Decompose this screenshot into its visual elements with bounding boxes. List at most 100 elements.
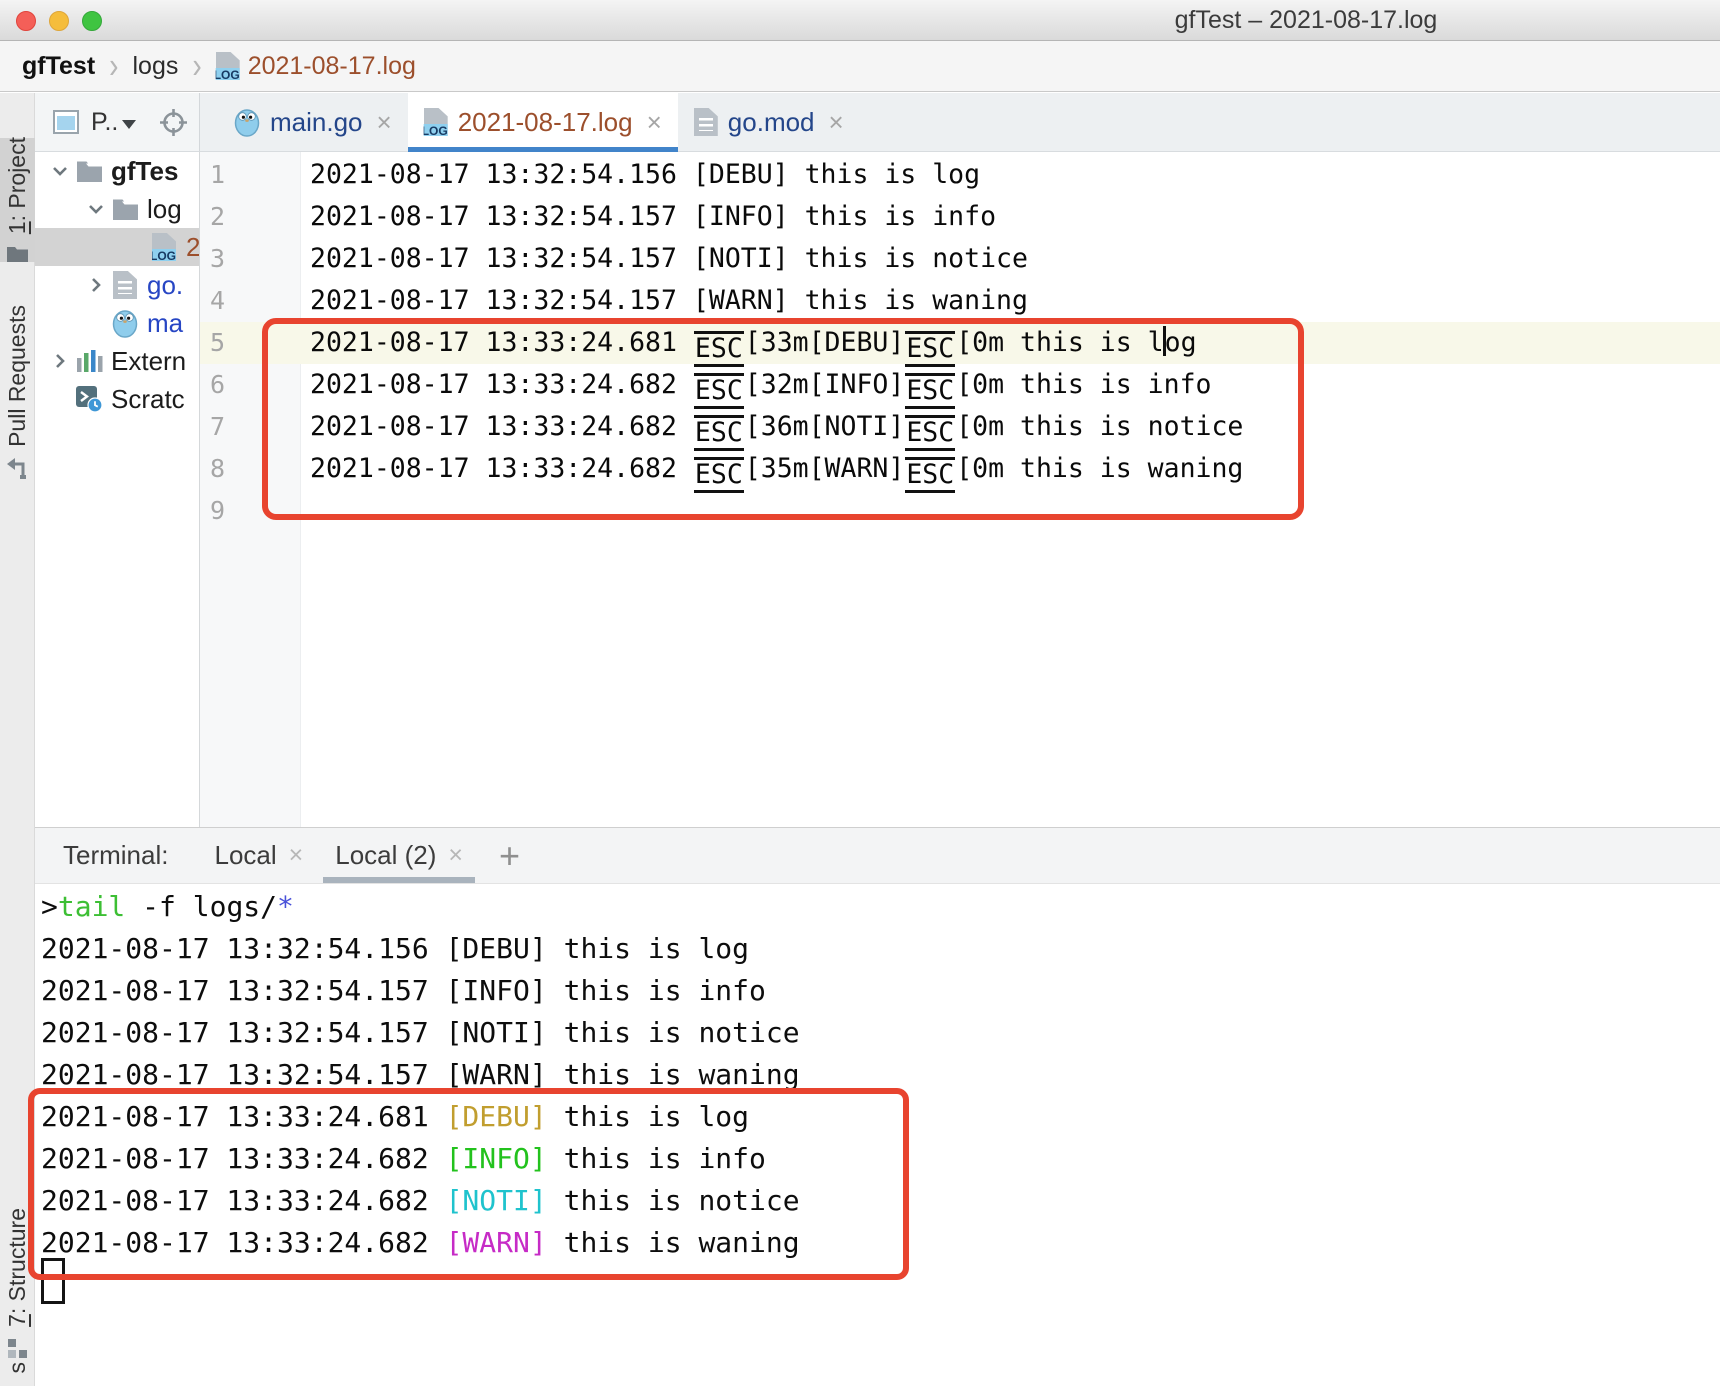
folder-icon bbox=[73, 160, 105, 183]
escape-char-glyph: ESC bbox=[694, 457, 744, 493]
terminal-tab-local[interactable]: Local× bbox=[198, 828, 319, 883]
line-number: 6 bbox=[200, 364, 300, 406]
close-tab-icon[interactable]: × bbox=[829, 107, 844, 138]
terminal-line: 2021-08-17 13:32:54.157 [INFO] this is i… bbox=[35, 970, 1720, 1012]
line-text: 2021-08-17 13:32:54.156 [DEBU] this is l… bbox=[300, 154, 980, 196]
locate-file-icon[interactable] bbox=[160, 109, 187, 136]
editor-line: 52021-08-17 13:33:24.681 ESC[33m[DEBU]ES… bbox=[200, 322, 1720, 364]
breadcrumb-separator-icon: › bbox=[192, 45, 201, 87]
escape-char-glyph: ESC bbox=[694, 331, 744, 367]
folder-icon bbox=[109, 198, 141, 221]
tool-stripe-project-button[interactable]: 1: Project bbox=[0, 138, 35, 262]
editor-area[interactable]: 12021-08-17 13:32:54.156 [DEBU] this is … bbox=[200, 152, 1720, 827]
tree-item[interactable]: go. bbox=[35, 266, 199, 304]
logfile-icon: LOG bbox=[424, 108, 448, 136]
terminal-tab-label: Local (2) bbox=[335, 840, 436, 871]
tree-item-label: go. bbox=[147, 270, 183, 301]
tree-item-label: 2021-08-17.log bbox=[186, 232, 200, 263]
terminal-line: 2021-08-17 13:32:54.156 [DEBU] this is l… bbox=[35, 928, 1720, 970]
terminal-line: 2021-08-17 13:33:24.681 [DEBU] this is l… bbox=[35, 1096, 1720, 1138]
tree-item-label: ma bbox=[147, 308, 183, 339]
editor-tab-go-mod[interactable]: go.mod × bbox=[678, 93, 860, 151]
chevron-down-icon[interactable] bbox=[47, 160, 73, 182]
terminal-line: >tail -f logs/* bbox=[35, 886, 1720, 928]
gopher-icon bbox=[234, 107, 260, 137]
tree-item[interactable]: LOG 2021-08-17.log bbox=[35, 228, 199, 266]
tree-item[interactable]: Extern bbox=[35, 342, 199, 380]
breadcrumb-item[interactable]: logs bbox=[132, 52, 178, 81]
tab-label: main.go bbox=[270, 107, 363, 138]
escape-char-glyph: ESC bbox=[905, 457, 955, 493]
escape-char-glyph: ESC bbox=[905, 415, 955, 451]
tree-item[interactable]: log bbox=[35, 190, 199, 228]
escape-char-glyph: ESC bbox=[694, 415, 744, 451]
editor-lines: 12021-08-17 13:32:54.156 [DEBU] this is … bbox=[200, 154, 1720, 532]
scratch-icon bbox=[73, 385, 105, 413]
close-tab-icon[interactable]: × bbox=[448, 841, 463, 870]
breadcrumb-item[interactable]: gfTest bbox=[22, 52, 95, 81]
line-number: 9 bbox=[200, 490, 300, 532]
editor-line: 72021-08-17 13:33:24.682 ESC[36m[NOTI]ES… bbox=[200, 406, 1720, 448]
editor-line: 62021-08-17 13:33:24.682 ESC[32m[INFO]ES… bbox=[200, 364, 1720, 406]
line-text: 2021-08-17 13:33:24.682 ESC[32m[INFO]ESC… bbox=[300, 364, 1211, 406]
terminal-line: 2021-08-17 13:33:24.682 [NOTI] this is n… bbox=[35, 1180, 1720, 1222]
line-text: 2021-08-17 13:32:54.157 [NOTI] this is n… bbox=[300, 238, 1028, 280]
minimize-window-button[interactable] bbox=[49, 11, 69, 31]
editor-tab-2021-08-17-log[interactable]: LOG 2021-08-17.log × bbox=[408, 93, 678, 151]
terminal-line: 2021-08-17 13:32:54.157 [WARN] this is w… bbox=[35, 1054, 1720, 1096]
tool-stripe-partial-button[interactable]: s bbox=[0, 1348, 35, 1386]
breadcrumb-item-label: logs bbox=[132, 52, 178, 81]
new-terminal-button[interactable]: + bbox=[499, 828, 520, 883]
editor-line: 12021-08-17 13:32:54.156 [DEBU] this is … bbox=[200, 154, 1720, 196]
chevron-right-icon[interactable] bbox=[47, 350, 73, 372]
line-number: 8 bbox=[200, 448, 300, 490]
editor-line: 82021-08-17 13:33:24.682 ESC[35m[WARN]ES… bbox=[200, 448, 1720, 490]
close-tab-icon[interactable]: × bbox=[289, 841, 304, 870]
tab-label: 2021-08-17.log bbox=[458, 107, 633, 138]
line-text bbox=[300, 490, 310, 532]
terminal-tab-local-2-[interactable]: Local (2) × bbox=[319, 828, 479, 883]
terminal-line: 2021-08-17 13:32:54.157 [NOTI] this is n… bbox=[35, 1012, 1720, 1054]
gopher-icon bbox=[109, 308, 141, 338]
editor-tab-bar: main.go × LOG 2021-08-17.log × go.mod × bbox=[200, 93, 1720, 152]
line-text: 2021-08-17 13:33:24.681 ESC[33m[DEBU]ESC… bbox=[300, 322, 1197, 364]
line-number: 5 bbox=[200, 322, 300, 364]
tool-stripe-pull-requests-button[interactable]: Pull Requests bbox=[0, 293, 35, 493]
close-tab-icon[interactable]: × bbox=[647, 107, 662, 138]
doc-icon bbox=[694, 108, 718, 136]
log-file-icon: LOG bbox=[216, 52, 240, 80]
logfile-icon: LOG bbox=[148, 233, 180, 261]
tree-item[interactable]: Scratc bbox=[35, 380, 199, 418]
tool-window-stripe: 1: Project Pull Requests 7: Structure s bbox=[0, 93, 35, 1386]
escape-char-glyph: ESC bbox=[694, 373, 744, 409]
tree-item-label: Extern bbox=[111, 346, 186, 377]
chevron-down-icon[interactable] bbox=[83, 198, 109, 220]
tree-item[interactable]: ma bbox=[35, 304, 199, 342]
project-view-selector[interactable]: P.. bbox=[91, 108, 136, 137]
zoom-window-button[interactable] bbox=[82, 11, 102, 31]
breadcrumb-item-label: 2021-08-17.log bbox=[248, 52, 416, 81]
terminal-output[interactable]: >tail -f logs/*2021-08-17 13:32:54.156 [… bbox=[35, 884, 1720, 1264]
line-number: 1 bbox=[200, 154, 300, 196]
terminal-line: 2021-08-17 13:33:24.682 [INFO] this is i… bbox=[35, 1138, 1720, 1180]
folder-icon bbox=[6, 244, 29, 263]
tree-item-label: log bbox=[147, 194, 182, 225]
terminal-tabs: Local× Local (2) × bbox=[198, 828, 479, 883]
tree-item-label: gfTes bbox=[111, 156, 178, 187]
escape-char-glyph: ESC bbox=[905, 373, 955, 409]
titlebar: gfTest – 2021-08-17.log bbox=[0, 0, 1720, 41]
close-tab-icon[interactable]: × bbox=[377, 107, 392, 138]
line-number: 2 bbox=[200, 196, 300, 238]
chevron-down-icon bbox=[122, 120, 136, 129]
editor-tab-main-go[interactable]: main.go × bbox=[218, 93, 408, 151]
chevron-right-icon[interactable] bbox=[83, 274, 109, 296]
close-window-button[interactable] bbox=[16, 11, 36, 31]
project-view-icon bbox=[53, 110, 79, 134]
terminal-header: Terminal: Local×Local (2)× + bbox=[35, 827, 1720, 884]
line-text: 2021-08-17 13:32:54.157 [INFO] this is i… bbox=[300, 196, 996, 238]
terminal-panel: Terminal: Local×Local (2)× + >tail -f lo… bbox=[35, 827, 1720, 1386]
tree-item[interactable]: gfTes bbox=[35, 152, 199, 190]
line-number: 3 bbox=[200, 238, 300, 280]
breadcrumb-item[interactable]: LOG 2021-08-17.log bbox=[216, 52, 416, 81]
tab-label: go.mod bbox=[728, 107, 815, 138]
